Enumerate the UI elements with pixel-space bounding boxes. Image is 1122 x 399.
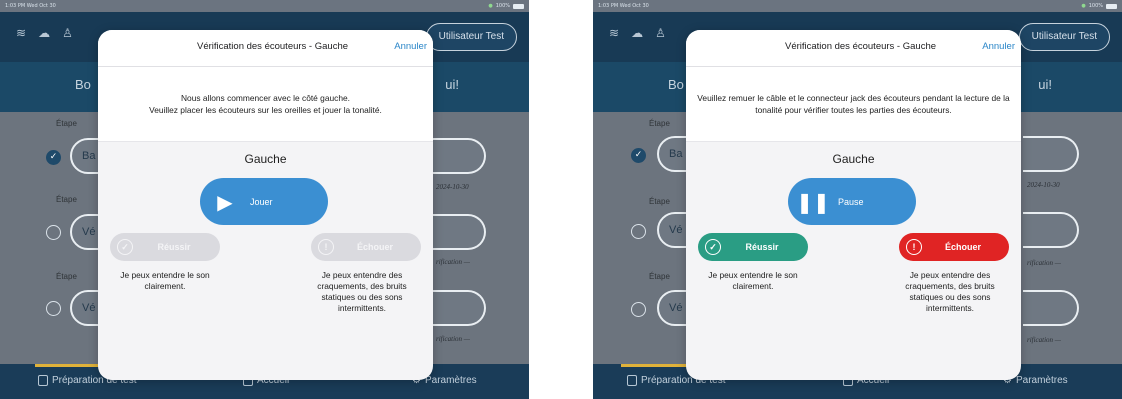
- status-time: 1:03 PM Wed Oct 30: [598, 3, 649, 9]
- nav-settings-label: Paramètres: [1015, 375, 1068, 386]
- check-circle-icon: ✓: [117, 239, 133, 255]
- step-pending-icon: [46, 301, 61, 316]
- wifi-status-icon: ●: [488, 3, 493, 9]
- modal-title: Vérification des écouteurs - Gauche: [196, 41, 349, 52]
- instructions-text: Veuillez remuer le câble et le connecteu…: [697, 93, 1010, 115]
- user-button[interactable]: Utilisateur Test: [425, 23, 517, 51]
- headphone-check-modal: Vérification des écouteurs - Gauche Annu…: [98, 30, 433, 380]
- instructions: Veuillez remuer le câble et le connecteu…: [686, 67, 1021, 142]
- banner-text-end: ui!: [445, 77, 459, 92]
- wifi-status-icon: ●: [1081, 3, 1086, 9]
- play-button[interactable]: ▶ Jouer: [200, 178, 328, 225]
- step-label: Étape: [56, 119, 77, 128]
- status-indicators: ● 100%: [488, 3, 524, 9]
- step-complete-icon: ✓: [46, 150, 61, 165]
- banner-text-end: ui!: [1038, 77, 1052, 92]
- person-icon: ♙: [655, 26, 666, 40]
- battery-percent: 100%: [1088, 3, 1103, 9]
- step1-button-end[interactable]: [1023, 136, 1079, 172]
- modal-header: Vérification des écouteurs - Gauche Annu…: [686, 30, 1021, 67]
- step-label: Étape: [56, 195, 77, 204]
- step3-note: rification —: [436, 335, 471, 343]
- step-label: Étape: [56, 272, 77, 281]
- step3-button-end[interactable]: [1023, 290, 1079, 326]
- step2-button-end[interactable]: [430, 214, 486, 250]
- fail-description: Je peux entendre des craquements, des br…: [905, 270, 995, 313]
- pass-label: Réussir: [157, 242, 191, 252]
- banner-text-start: Bo: [75, 77, 91, 92]
- pass-label: Réussir: [745, 242, 779, 252]
- pass-description: Je peux entendre le son clairement.: [708, 270, 798, 291]
- screenshot-stage: 1:03 PM Wed Oct 30 ● 100% ≋ ☁ ♙ Utilisat…: [0, 0, 1122, 399]
- clipboard-icon: [627, 375, 637, 386]
- alert-circle-icon: !: [906, 239, 922, 255]
- pass-description: Je peux entendre le son clairement.: [120, 270, 210, 291]
- modal-body: Gauche ▶ Jouer ✓ Réussir ! Échouer Je pe…: [98, 142, 433, 380]
- step1-button-end[interactable]: [430, 138, 486, 174]
- cloud-icon: ☁: [38, 26, 51, 40]
- modal-title: Vérification des écouteurs - Gauche: [784, 41, 937, 52]
- tablet-screen-right: 1:03 PM Wed Oct 30 ● 100% ≋ ☁ ♙ Utilisat…: [593, 0, 1122, 399]
- step-pending-icon: [631, 224, 646, 239]
- step-pending-icon: [631, 302, 646, 317]
- cancel-button[interactable]: Annuler: [394, 41, 427, 52]
- instructions-line-2: Veuillez placer les écouteurs sur les or…: [149, 105, 382, 115]
- fail-label: Échouer: [356, 242, 393, 252]
- play-label: Jouer: [250, 196, 273, 207]
- cloud-icon: ☁: [631, 26, 644, 40]
- step-label: Étape: [649, 119, 670, 128]
- check-circle-icon: ✓: [705, 239, 721, 255]
- step2-note: rification —: [436, 258, 471, 266]
- fail-button[interactable]: ! Échouer: [311, 233, 421, 261]
- step3-note: rification —: [1027, 336, 1062, 344]
- step1-date: 2024-10-30: [436, 183, 469, 191]
- instructions-line-1: Nous allons commencer avec le côté gauch…: [180, 93, 350, 103]
- connection-icons: ≋ ☁ ♙: [16, 26, 73, 40]
- pass-button[interactable]: ✓ Réussir: [110, 233, 220, 261]
- clipboard-icon: [38, 375, 48, 386]
- step-label: Étape: [649, 272, 670, 281]
- user-button[interactable]: Utilisateur Test: [1018, 23, 1110, 51]
- step3-button-end[interactable]: [430, 290, 486, 326]
- pass-button[interactable]: ✓ Réussir: [698, 233, 808, 261]
- status-bar: 1:03 PM Wed Oct 30 ● 100%: [593, 0, 1122, 12]
- pause-icon: ❚❚: [796, 189, 830, 214]
- step-pending-icon: [46, 225, 61, 240]
- alert-circle-icon: !: [318, 239, 334, 255]
- pause-button[interactable]: ❚❚ Pause: [788, 178, 916, 225]
- banner-text-start: Bo: [668, 77, 684, 92]
- connection-icons: ≋ ☁ ♙: [609, 26, 666, 40]
- status-indicators: ● 100%: [1081, 3, 1117, 9]
- fail-description: Je peux entendre des craquements, des br…: [317, 270, 407, 313]
- battery-icon: [1106, 3, 1117, 9]
- fail-button[interactable]: ! Échouer: [899, 233, 1009, 261]
- step1-date: 2024-10-30: [1027, 181, 1060, 189]
- battery-icon: [513, 3, 524, 9]
- instructions: Nous allons commencer avec le côté gauch…: [98, 67, 433, 142]
- modal-body: Gauche ❚❚ Pause ✓ Réussir ! Échouer Je p…: [686, 142, 1021, 380]
- wifi-icon: ≋: [16, 26, 27, 40]
- tablet-screen-left: 1:03 PM Wed Oct 30 ● 100% ≋ ☁ ♙ Utilisat…: [0, 0, 529, 399]
- step-label: Étape: [649, 197, 670, 206]
- step2-button-end[interactable]: [1023, 212, 1079, 248]
- status-bar: 1:03 PM Wed Oct 30 ● 100%: [0, 0, 529, 12]
- person-icon: ♙: [62, 26, 73, 40]
- cancel-button[interactable]: Annuler: [982, 41, 1015, 52]
- status-time: 1:03 PM Wed Oct 30: [5, 3, 56, 9]
- play-icon: ▶: [217, 189, 233, 214]
- battery-percent: 100%: [495, 3, 510, 9]
- step2-note: rification —: [1027, 259, 1062, 267]
- side-label: Gauche: [244, 152, 287, 166]
- headphone-check-modal: Vérification des écouteurs - Gauche Annu…: [686, 30, 1021, 380]
- wifi-icon: ≋: [609, 26, 620, 40]
- side-label: Gauche: [832, 152, 875, 166]
- pause-label: Pause: [838, 196, 864, 207]
- fail-label: Échouer: [944, 242, 981, 252]
- step-complete-icon: ✓: [631, 148, 646, 163]
- modal-header: Vérification des écouteurs - Gauche Annu…: [98, 30, 433, 67]
